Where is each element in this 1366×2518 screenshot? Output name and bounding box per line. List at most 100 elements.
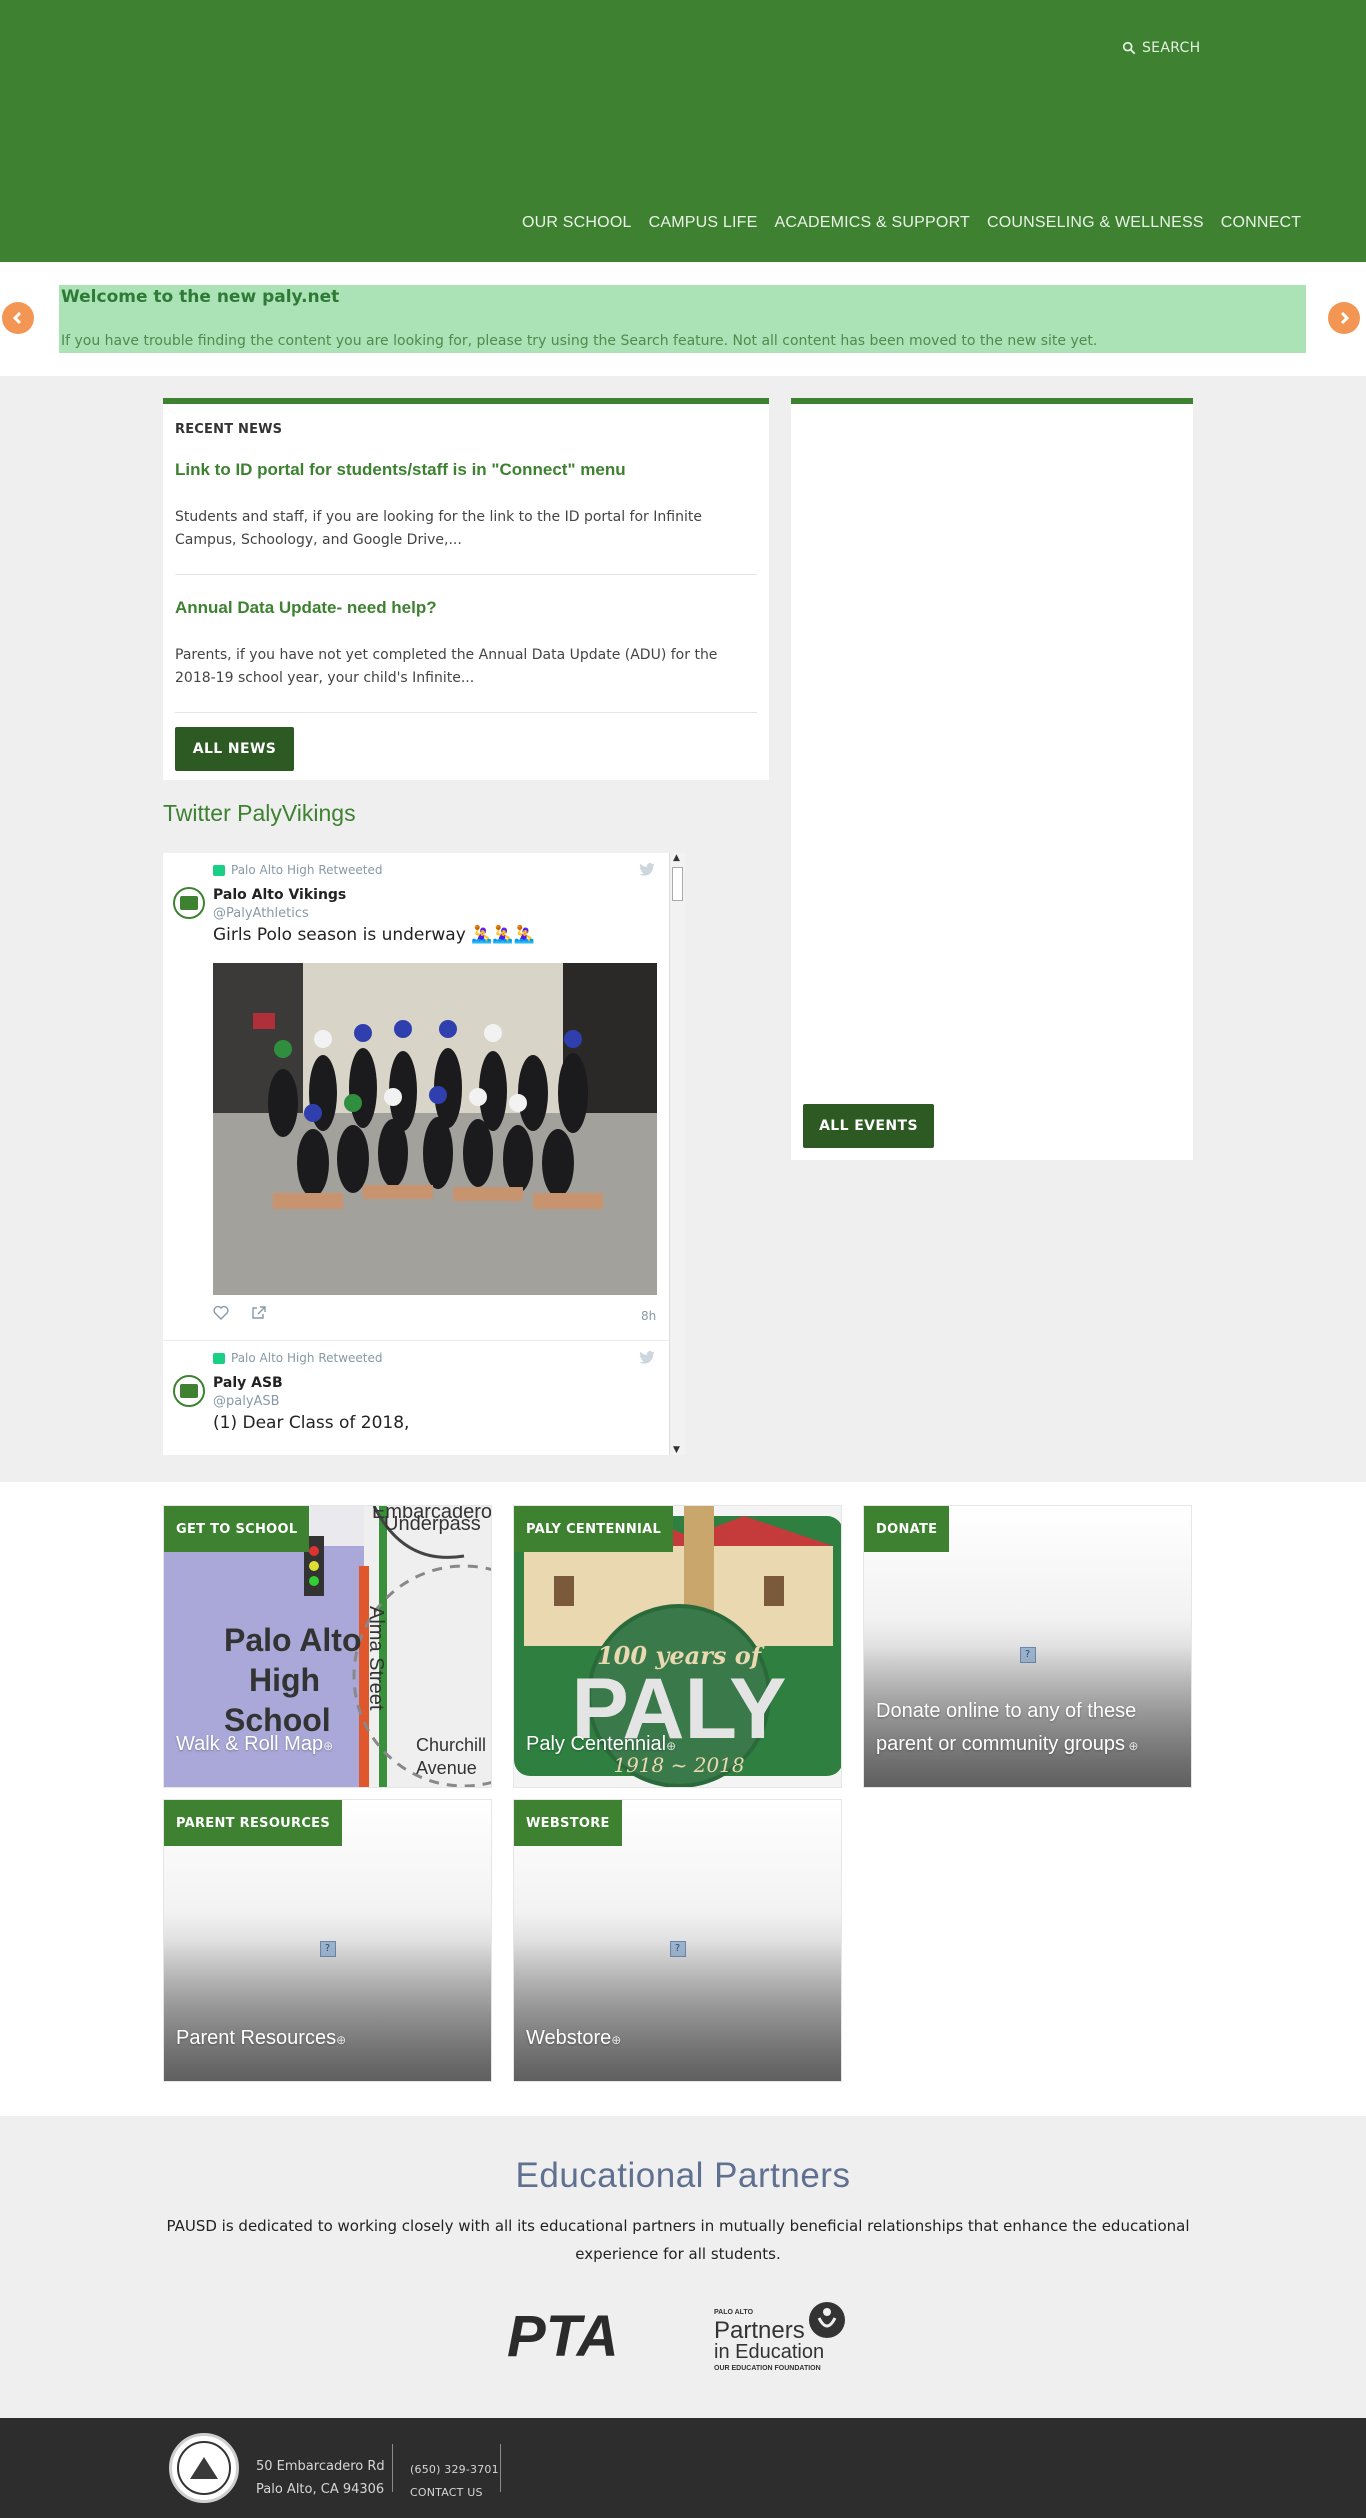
school-seal-logo[interactable] xyxy=(169,2433,239,2503)
nav-item-academics-support[interactable]: ACADEMICS & SUPPORT xyxy=(774,214,970,232)
divider xyxy=(392,2444,393,2492)
site-header: SEARCH OUR SCHOOL CAMPUS LIFE ACADEMICS … xyxy=(0,0,1366,262)
tweet-photo[interactable] xyxy=(213,963,657,1295)
map-label-churchill-1: Churchill xyxy=(416,1735,486,1755)
tile-tag: WEBSTORE xyxy=(514,1800,622,1846)
carousel-prev-button[interactable] xyxy=(2,302,34,334)
alert-title: Welcome to the new paly.net xyxy=(61,287,340,307)
nav-item-counseling-wellness[interactable]: COUNSELING & WELLNESS xyxy=(987,214,1204,232)
pta-logo[interactable]: PTA xyxy=(507,2308,643,2364)
avatar[interactable] xyxy=(173,887,205,919)
twitter-feed[interactable]: Palo Alto High Retweeted Palo Alto Vikin… xyxy=(163,853,685,1455)
alert-carousel: Welcome to the new paly.net If you have … xyxy=(0,262,1366,376)
tweet-author-name[interactable]: Palo Alto Vikings xyxy=(213,887,346,903)
tile-caption: Walk & Roll Map⊕ xyxy=(176,1733,334,1755)
pie-logo[interactable]: PALO ALTO Partners in Education OUR EDUC… xyxy=(714,2300,854,2376)
partners-title: Educational Partners xyxy=(515,2156,851,2195)
external-link-icon: ⊕ xyxy=(336,2033,347,2047)
scroll-up-icon[interactable]: ▲ xyxy=(673,853,680,863)
news-item: Annual Data Update- need help? Parents, … xyxy=(175,598,757,713)
search-link[interactable]: SEARCH xyxy=(1122,40,1200,56)
external-link-icon: ⊕ xyxy=(323,1739,334,1753)
news-item-title[interactable]: Annual Data Update- need help? xyxy=(175,598,757,618)
tile-shade xyxy=(164,1941,491,2081)
nav-item-campus-life[interactable]: CAMPUS LIFE xyxy=(649,214,758,232)
footer-phone[interactable]: (650) 329-3701 xyxy=(410,2458,499,2481)
tile-tag: GET TO SCHOOL xyxy=(164,1506,310,1552)
retweet-text: Palo Alto High Retweeted xyxy=(231,863,383,877)
educational-partners-section: Educational Partners PAUSD is dedicated … xyxy=(0,2116,1366,2418)
pie-logo-line1: Partners xyxy=(714,2317,805,2344)
retweet-icon xyxy=(213,864,225,876)
tweet-text: Girls Polo season is underway 🤽‍♀️🤽‍♀️🤽‍… xyxy=(213,925,535,945)
tile-get-to-school[interactable]: Embarcadero Underpass Palo Alto High Sch… xyxy=(163,1505,492,1788)
tile-parent-resources[interactable]: ? PARENT RESOURCES Parent Resources⊕ xyxy=(163,1799,492,2082)
retweet-icon xyxy=(213,1352,225,1364)
share-icon[interactable] xyxy=(251,1305,267,1320)
footer-address-line2: Palo Alto, CA 94306 xyxy=(256,2482,385,2497)
alert-banner: Welcome to the new paly.net If you have … xyxy=(59,285,1306,353)
team-photo-image xyxy=(213,963,657,1295)
tile-caption: Webstore⊕ xyxy=(526,2027,622,2049)
map-label-school-1: Palo Alto xyxy=(224,1622,361,1658)
divider xyxy=(175,574,757,575)
divider xyxy=(175,712,757,713)
map-label-underpass: Underpass xyxy=(384,1513,481,1535)
twitter-scrollbar[interactable]: ▲ ▼ xyxy=(669,853,685,1455)
news-item: Link to ID portal for students/staff is … xyxy=(175,460,757,575)
retweet-text: Palo Alto High Retweeted xyxy=(231,1351,383,1365)
tile-caption: Donate online to any of these parent or … xyxy=(876,1700,1139,1755)
map-label-alma: Alma Street xyxy=(365,1606,387,1711)
nav-item-our-school[interactable]: OUR SCHOOL xyxy=(522,214,632,232)
pta-logo-text: PTA xyxy=(507,2308,619,2364)
scroll-thumb[interactable] xyxy=(672,867,683,901)
tile-shade xyxy=(514,1941,841,2081)
news-item-summary: Parents, if you have not yet completed t… xyxy=(175,647,718,686)
divider xyxy=(500,2444,501,2492)
pie-logo-line2: in Education xyxy=(714,2341,824,2363)
tweet-actions xyxy=(213,1305,267,1320)
site-footer: 50 Embarcadero Rd Palo Alto, CA 94306 (6… xyxy=(0,2418,1366,2518)
twitter-bird-icon xyxy=(639,1351,655,1364)
tile-webstore[interactable]: ? WEBSTORE Webstore⊕ xyxy=(513,1799,842,2082)
scroll-down-icon[interactable]: ▼ xyxy=(673,1445,680,1455)
tile-caption: Paly Centennial⊕ xyxy=(526,1733,677,1755)
tile-tag: PARENT RESOURCES xyxy=(164,1800,343,1846)
pie-logo-tag: OUR EDUCATION FOUNDATION xyxy=(714,2365,821,2372)
retweet-label: Palo Alto High Retweeted xyxy=(213,863,383,877)
tweet-author-name[interactable]: Paly ASB xyxy=(213,1375,283,1391)
tweet-text: (1) Dear Class of 2018, xyxy=(213,1413,410,1433)
external-link-icon: ⊕ xyxy=(666,1739,677,1753)
all-events-button[interactable]: ALL EVENTS xyxy=(803,1104,934,1148)
map-label-churchill-2: Avenue xyxy=(416,1758,477,1778)
tile-caption: Parent Resources⊕ xyxy=(176,2027,347,2049)
twitter-bird-icon xyxy=(639,863,655,876)
tweet-author-handle[interactable]: @palyASB xyxy=(213,1394,280,1409)
chevron-right-icon xyxy=(1340,311,1350,325)
news-item-title[interactable]: Link to ID portal for students/staff is … xyxy=(175,460,757,480)
tile-tag: DONATE xyxy=(864,1506,950,1552)
tile-donate[interactable]: ? DONATE Donate online to any of these p… xyxy=(863,1505,1192,1788)
recent-news-heading: RECENT NEWS xyxy=(175,422,283,437)
footer-address-line1: 50 Embarcadero Rd xyxy=(256,2459,385,2474)
heart-icon[interactable] xyxy=(213,1305,229,1320)
main-nav: OUR SCHOOL CAMPUS LIFE ACADEMICS & SUPPO… xyxy=(522,214,1301,232)
external-link-icon: ⊕ xyxy=(611,2033,622,2047)
recent-news-panel: RECENT NEWS Link to ID portal for studen… xyxy=(163,398,769,780)
chevron-left-icon xyxy=(12,311,22,325)
all-news-button[interactable]: ALL NEWS xyxy=(175,727,294,771)
avatar[interactable] xyxy=(173,1375,205,1407)
twitter-title: Twitter PalyVikings xyxy=(163,800,356,826)
footer-contact-link[interactable]: CONTACT US xyxy=(410,2481,499,2504)
partners-text: PAUSD is dedicated to working closely wi… xyxy=(166,2217,1190,2263)
map-label-school-2: High xyxy=(249,1662,320,1698)
carousel-next-button[interactable] xyxy=(1328,302,1360,334)
divider xyxy=(163,1340,669,1341)
nav-item-connect[interactable]: CONNECT xyxy=(1221,214,1302,232)
search-label: SEARCH xyxy=(1142,40,1201,56)
tweet-time[interactable]: 8h xyxy=(641,1309,656,1323)
retweet-label: Palo Alto High Retweeted xyxy=(213,1351,383,1365)
tile-paly-centennial[interactable]: 100 years of PALY 1918 ~ 2018 PALY CENTE… xyxy=(513,1505,842,1788)
external-link-icon: ⊕ xyxy=(1125,1739,1139,1753)
tweet-author-handle[interactable]: @PalyAthletics xyxy=(213,906,309,921)
